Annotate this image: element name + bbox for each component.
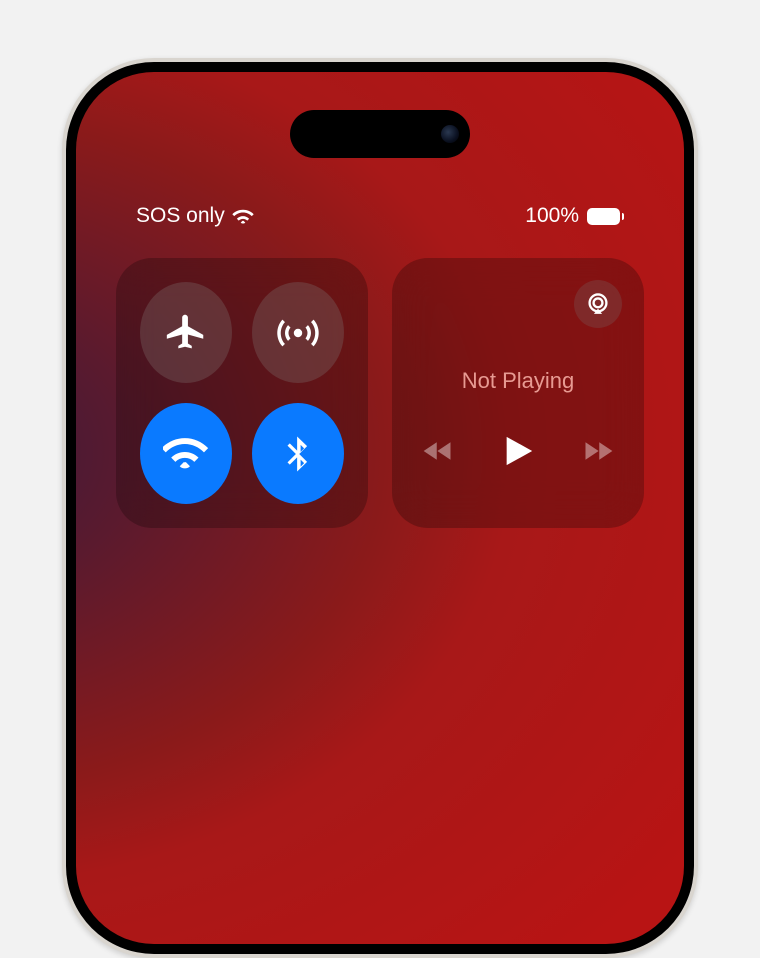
status-bar: SOS only 100% [76,204,684,228]
dynamic-island[interactable] [290,110,470,158]
front-camera [441,125,459,143]
phone-frame: SOS only 100% [62,58,698,958]
cellular-data-button[interactable] [252,282,344,383]
media-panel[interactable]: Not Playing [392,258,644,528]
airplane-mode-button[interactable] [140,282,232,383]
wifi-status-icon [232,208,254,224]
status-right: 100% [525,204,624,228]
battery-icon [587,208,624,225]
rewind-button[interactable] [419,436,457,466]
play-button[interactable] [501,432,535,470]
carrier-label: SOS only [136,204,225,228]
bluetooth-button[interactable] [252,403,344,504]
status-left: SOS only [136,204,254,228]
airplay-button[interactable] [574,280,622,328]
screen: SOS only 100% [76,72,684,944]
wifi-button[interactable] [140,403,232,504]
connectivity-panel[interactable] [116,258,368,528]
media-controls [416,432,620,470]
battery-percent-label: 100% [525,204,579,228]
control-center: Not Playing [116,258,644,528]
now-playing-label: Not Playing [416,368,620,394]
fast-forward-button[interactable] [579,436,617,466]
